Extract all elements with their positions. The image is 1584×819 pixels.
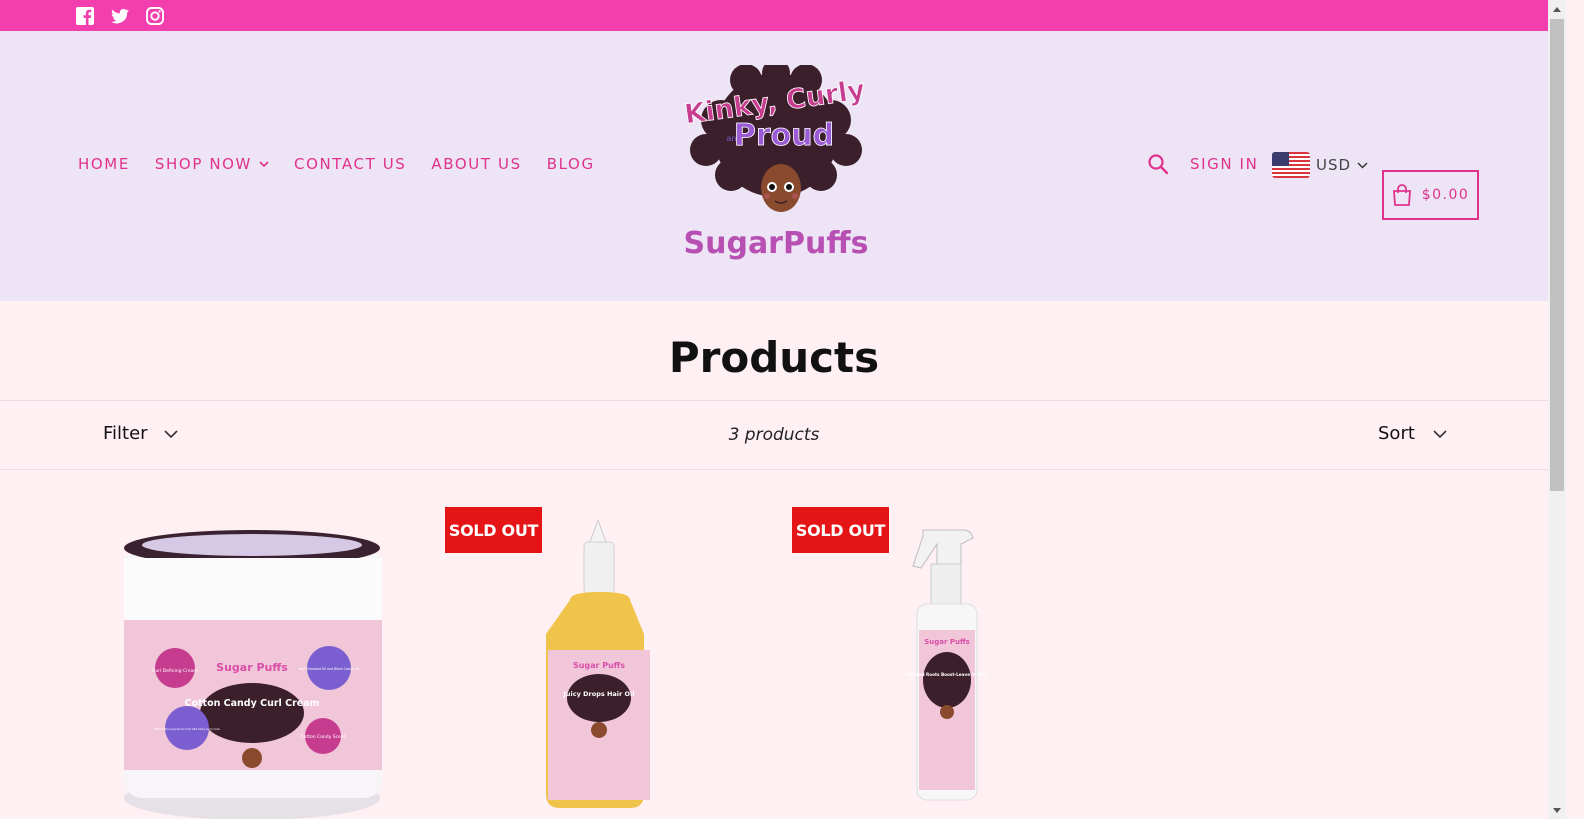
chevron-down-icon — [259, 161, 269, 168]
nav-contact-us[interactable]: CONTACT US — [294, 155, 406, 173]
sort-label: Sort — [1378, 423, 1415, 444]
instagram-icon[interactable] — [145, 6, 165, 26]
sold-out-badge: SOLD OUT — [445, 507, 542, 553]
jar-product-name: Cotton Candy Curl Cream — [184, 698, 319, 709]
logo-brand: SugarPuffs — [684, 226, 869, 261]
jar-brand: Sugar Puffs — [216, 661, 288, 674]
site-logo[interactable]: Kinky, Curly and Proud SugarPuffs — [676, 65, 876, 265]
facebook-icon[interactable] — [75, 6, 95, 26]
logo-text-line2: Proud — [734, 118, 834, 153]
jar-tag-1: Curl Defining Cream — [152, 668, 198, 674]
main-nav: HOME SHOP NOW CONTACT US ABOUT US BLOG — [78, 155, 595, 173]
product-card-cotton-candy-curl-cream[interactable]: Sugar Puffs Cotton Candy Curl Cream Curl… — [115, 528, 390, 819]
search-icon[interactable] — [1147, 153, 1169, 175]
product-count: 3 products — [728, 425, 820, 445]
currency-code: USD — [1316, 156, 1352, 174]
social-bar — [0, 0, 1566, 31]
shopping-bag-icon — [1392, 184, 1411, 206]
cart-total: $0.00 — [1421, 187, 1470, 203]
mist-product-name: Twisted Roots Boost-Leave in Mist — [907, 672, 988, 677]
oil-product-name: Juicy Drops Hair Oil — [563, 690, 635, 698]
scroll-up-arrow-icon[interactable] — [1548, 0, 1566, 17]
nav-blog[interactable]: BLOG — [547, 155, 595, 173]
oil-brand: Sugar Puffs — [573, 661, 625, 670]
scroll-down-arrow-icon[interactable] — [1548, 802, 1566, 819]
site-header: HOME SHOP NOW CONTACT US ABOUT US BLOG K… — [0, 31, 1566, 301]
us-flag-icon — [1272, 152, 1310, 178]
twitter-icon[interactable] — [110, 6, 130, 26]
nav-shop-now-label: SHOP NOW — [154, 155, 252, 173]
sign-in-link[interactable]: SIGN IN — [1190, 155, 1258, 173]
jar-tag-3: Made with Love Just for Kids with Kinky … — [154, 727, 220, 731]
scrollbar-thumb[interactable] — [1550, 19, 1564, 491]
chevron-down-icon — [1433, 429, 1447, 438]
collection-toolbar: Filter 3 products Sort — [0, 400, 1548, 470]
cart-button[interactable]: $0.00 — [1382, 170, 1479, 220]
product-card-juicy-drops-hair-oil[interactable]: Sugar Puffs Juicy Drops Hair Oil — [540, 520, 660, 810]
nav-home[interactable]: HOME — [78, 155, 130, 173]
jar-tag-4: Cotton Candy Scent — [301, 734, 346, 740]
currency-selector[interactable]: USD — [1272, 152, 1368, 178]
nav-about-us[interactable]: ABOUT US — [431, 155, 521, 173]
sort-dropdown[interactable]: Sort — [1378, 423, 1447, 444]
product-card-twisted-roots-mist[interactable]: Sugar Puffs Twisted Roots Boost-Leave in… — [893, 520, 993, 810]
chevron-down-icon — [1357, 162, 1368, 169]
jar-tag-2: with Flaxseed Oil and Black Castor Oil — [299, 667, 360, 671]
sold-out-badge: SOLD OUT — [792, 507, 889, 553]
mist-brand: Sugar Puffs — [924, 638, 970, 646]
page-title: Products — [668, 333, 880, 382]
page-scrollbar[interactable] — [1548, 0, 1566, 819]
nav-shop-now[interactable]: SHOP NOW — [155, 155, 269, 173]
